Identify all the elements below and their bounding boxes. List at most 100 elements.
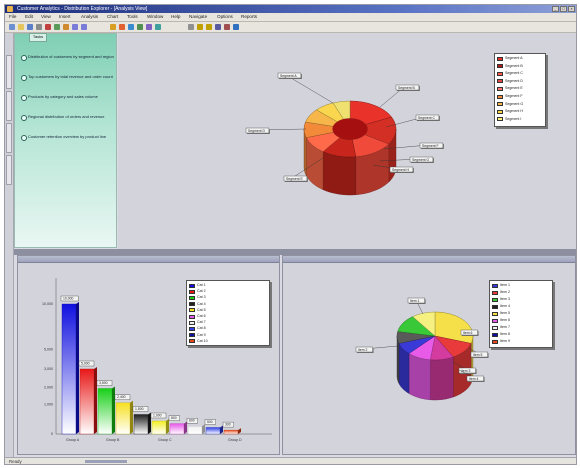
doughnut-callout-leader (285, 74, 334, 104)
legend-label: Item 8 (500, 332, 510, 336)
legend-label: Segment I (505, 116, 522, 121)
bar[interactable] (169, 423, 185, 435)
new-icon[interactable] (9, 24, 15, 30)
toolbar (5, 22, 576, 33)
task-bullet-icon (21, 95, 27, 101)
arrow-right-icon[interactable] (206, 24, 212, 30)
legend-swatch (497, 102, 503, 107)
menu-reports[interactable]: Reports (241, 14, 257, 19)
bar[interactable] (115, 402, 131, 435)
legend-label: Item 9 (500, 339, 510, 343)
bar[interactable] (61, 303, 77, 435)
menu-file[interactable]: File (9, 14, 16, 19)
cut-icon[interactable] (45, 24, 51, 30)
pie-chart-pane: Item 1 Item 2 Item 3 Item 4 Item 5 Item 6 Ite… (282, 255, 576, 455)
tab-explorer[interactable] (6, 91, 12, 121)
redo-icon[interactable] (81, 24, 87, 30)
bar-side (238, 428, 241, 434)
menu-edit[interactable]: Edit (25, 14, 33, 19)
arrow-left-icon[interactable] (197, 24, 203, 30)
doughnut-chart-pane: Segment A Segment B Segment C Segment D Segm… (118, 33, 576, 249)
help-icon[interactable] (233, 24, 239, 30)
legend-swatch (189, 308, 195, 313)
menu-view[interactable]: View (41, 14, 51, 19)
doughnut-legend: Segment A Segment B Segment C Segment D Segm… (494, 53, 546, 127)
refresh-icon[interactable] (155, 24, 161, 30)
menu-bar: File Edit View Insert Analysis Chart Too… (5, 13, 576, 22)
bar[interactable] (223, 429, 239, 435)
minimize-button[interactable]: _ (552, 6, 559, 12)
print-icon[interactable] (36, 24, 42, 30)
menu-analysis[interactable]: Analysis (81, 14, 98, 19)
legend-swatch (189, 295, 195, 300)
table-icon[interactable] (215, 24, 221, 30)
bar-data-label: 2,400 (117, 395, 126, 399)
zoom-icon[interactable] (146, 24, 152, 30)
pie-icon[interactable] (119, 24, 125, 30)
pie-callout-label: Item 6 (463, 331, 473, 335)
open-icon[interactable] (18, 24, 24, 30)
close-button[interactable]: × (568, 6, 575, 12)
bar[interactable] (151, 420, 167, 435)
bar-icon[interactable] (128, 24, 134, 30)
menu-help[interactable]: Help (171, 14, 180, 19)
task-item-label: Top customers by total revenue and order… (28, 74, 113, 79)
bar-side (184, 421, 187, 434)
menu-tools[interactable]: Tools (127, 14, 138, 19)
tab-reports[interactable] (6, 123, 12, 153)
task-panel-tab[interactable]: Tasks (29, 33, 47, 42)
legend-swatch (497, 86, 503, 91)
bar[interactable] (79, 368, 95, 435)
filter-icon[interactable] (137, 24, 143, 30)
bar-x-label: Group C (158, 438, 172, 442)
legend-swatch (492, 325, 498, 330)
bar-data-label: 500 (207, 420, 213, 424)
tab-navigation[interactable] (6, 55, 12, 89)
menu-window[interactable]: Window (147, 14, 163, 19)
legend-swatch (492, 332, 498, 337)
chart-icon[interactable] (110, 24, 116, 30)
bar-x-label: Group A (66, 438, 80, 442)
paste-icon[interactable] (63, 24, 69, 30)
save-icon[interactable] (27, 24, 33, 30)
legend-label: Segment F (505, 94, 523, 98)
menu-chart[interactable]: Chart (107, 14, 118, 19)
menu-navigate[interactable]: Navigate (189, 14, 207, 19)
doughnut-callout-label: Segment E (286, 177, 304, 181)
doughnut-callout-label: Segment A (280, 74, 297, 78)
bar-y-tick-label: 10,000 (42, 302, 53, 306)
undo-icon[interactable] (72, 24, 78, 30)
maximize-button[interactable]: □ (560, 6, 567, 12)
bar[interactable] (187, 425, 203, 435)
task-item-label: Regional distribution of orders and reve… (28, 114, 105, 119)
pie-slice-side[interactable] (408, 353, 431, 401)
legend-label: Item 6 (500, 318, 510, 322)
bar-data-label: 800 (171, 416, 177, 420)
bar-side (220, 425, 223, 434)
menu-insert[interactable]: Insert (59, 14, 71, 19)
tab-analysis[interactable] (6, 155, 12, 185)
bar-side (166, 419, 169, 434)
left-tab-strip (5, 33, 14, 458)
legend-label: Item 5 (500, 311, 510, 315)
legend-label: Cat 3 (197, 295, 206, 300)
bar[interactable] (133, 414, 149, 435)
legend-swatch (189, 339, 195, 344)
pie-slice-side[interactable] (430, 356, 454, 401)
app-icon (7, 6, 13, 12)
pie-legend: Item 1 Item 2 Item 3 Item 4 Item 5 Item 6 Item… (489, 280, 553, 348)
doughnut-slice-side[interactable] (322, 151, 356, 196)
pie-callout-label: Item 4 (469, 377, 479, 381)
task-bullet-icon (21, 115, 27, 121)
copy-icon[interactable] (54, 24, 60, 30)
task-item-label: Distribution of customers by segment and… (28, 54, 114, 59)
bar[interactable] (97, 388, 113, 435)
legend-swatch (497, 71, 503, 76)
legend-swatch (492, 283, 498, 288)
bar[interactable] (205, 427, 221, 435)
settings-icon[interactable] (188, 24, 194, 30)
menu-options[interactable]: Options (217, 14, 233, 19)
legend-label: Item 1 (500, 283, 510, 287)
legend-label: Cat 1 (197, 283, 206, 287)
export-icon[interactable] (224, 24, 230, 30)
